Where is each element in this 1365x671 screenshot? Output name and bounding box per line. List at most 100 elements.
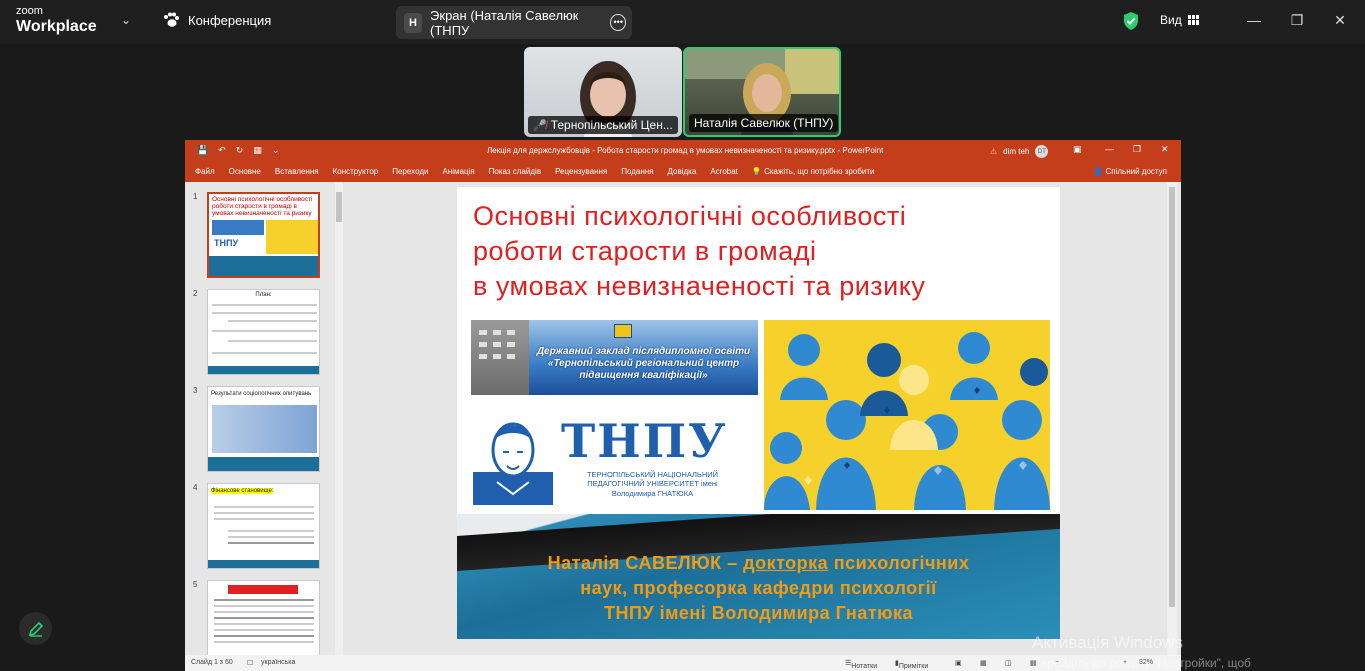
banner-text: Державний заклад післядипломної освіти «… [536,346,751,381]
thumb-line [212,352,317,354]
ribbon-tab-animations[interactable]: Анімація [442,167,474,176]
zoom-app: zoom Workplace ⌄ Конференция Н Экран (На… [0,0,1365,671]
redo-icon[interactable]: ↻ [236,145,244,156]
sharer-avatar: Н [404,12,423,33]
ppt-titlebar: 💾 ↶ ↻ ▦ ⌄ Лекція для держслужбовців - Ро… [185,140,1181,161]
thumb-logo: ТНПУ [214,238,239,248]
windows-activation-hint: Перейдіть до розділу "Настройки", щоб [1032,656,1251,670]
thumb-title-text: Фінансове становище: [211,488,274,494]
thumb-line [214,635,314,637]
building-window [493,330,501,335]
video-tile-participant-1[interactable]: 🎤̸ Тернопільський Цен... [524,47,682,137]
undo-icon[interactable]: ↶ [218,145,226,156]
annotate-button[interactable] [19,612,52,645]
ppt-close-icon[interactable]: ✕ [1161,144,1169,155]
share-button[interactable]: 👤 Спільний доступ [1093,167,1167,176]
zoom-logo-bottom: Workplace [16,18,97,35]
screen-share-indicator[interactable]: Н Экран (Наталія Савелюк (ТНПУ ••• [396,6,632,39]
zoom-topbar: zoom Workplace ⌄ Конференция Н Экран (На… [0,0,1365,44]
scrollbar-thumb[interactable] [336,192,342,222]
comments-button[interactable]: ▮ Примітки [895,659,928,670]
ppt-workspace: 1 Основні психологічні особливості робот… [185,182,1181,666]
thumb-line [228,536,314,538]
ribbon-tab-slideshow[interactable]: Показ слайдів [489,167,541,176]
thumb-line [228,542,314,544]
thumb-title: Основні психологічні особливості роботи … [212,196,313,218]
view-button[interactable]: Вид [1160,13,1199,27]
person-icon: 👤 [1093,167,1104,176]
language-label[interactable]: українська [261,659,295,666]
thumb-line [214,623,314,625]
ribbon-tab-view[interactable]: Подання [621,167,653,176]
video-tile-participant-2[interactable]: Наталія Савелюк (ТНПУ) [683,47,841,137]
scrollbar-thumb[interactable] [1169,187,1175,607]
slide-thumbnail-2[interactable]: План: [207,289,320,375]
more-options-icon[interactable]: ••• [610,14,626,31]
thumb-number: 2 [193,289,198,298]
ribbon-tab-insert[interactable]: Вставлення [275,167,319,176]
thumb-title: План: [255,292,272,298]
close-icon[interactable]: ✕ [1326,8,1354,32]
comments-label: Примітки [898,663,929,670]
pencil-icon [28,621,43,637]
ppt-minimize-icon[interactable]: — [1105,144,1114,154]
sorter-view-icon[interactable]: ▦ [980,659,987,667]
crowd-image [764,320,1050,510]
notes-button[interactable]: ☰ Нотатки [845,659,877,670]
author-name: Наталія САВЕЛЮК – [547,553,744,573]
ribbon-tab-design[interactable]: Конструктор [333,167,379,176]
slide-thumbnail-4[interactable]: Фінансове становище: [207,483,320,569]
slide-counter: Слайд 1 з 60 [191,659,233,666]
building-window [479,354,487,359]
chevron-down-icon[interactable]: ⌄ [121,13,131,27]
ribbon-tab-acrobat[interactable]: Acrobat [710,167,738,176]
building-window [479,342,487,347]
minimize-icon[interactable]: — [1240,8,1268,32]
ribbon-tab-review[interactable]: Рецензування [555,167,607,176]
powerpoint-window: 💾 ↶ ↻ ▦ ⌄ Лекція для держслужбовців - Ро… [185,140,1181,671]
slide-thumbnail-1[interactable]: Основні психологічні особливості роботи … [207,192,320,278]
slide-thumbnail-3[interactable]: Результати соціологічних опитувань [207,386,320,472]
slide-title-line: роботи старости в громаді [473,236,817,267]
author-line-3: ТНПУ імені Володимира Гнатюка [603,602,914,623]
thumbnails-scrollbar[interactable] [335,182,343,655]
thumb-line [212,312,317,314]
spellcheck-icon[interactable]: ☐ [247,659,253,667]
thumb-line [214,641,314,643]
thumb-line [214,518,314,520]
conference-button[interactable]: Конференция [162,12,271,28]
shield-check-icon[interactable] [1122,11,1140,31]
slide-scrollbar[interactable] [1167,182,1177,655]
author-band: Наталія САВЕЛЮК – докторка психологічних… [457,514,1060,639]
thumb-line [214,617,314,619]
tnpu-logo-block: ТНПУ ТЕРНОПІЛЬСЬКИЙ НАЦІОНАЛЬНИЙ ПЕДАГОГ… [473,412,738,507]
thumb-line [214,599,314,601]
thumb-line [214,605,314,607]
tell-me-search[interactable]: 💡 Скажіть, що потрібно зробити [752,167,875,176]
save-icon[interactable]: 💾 [197,145,208,156]
ribbon-tab-home[interactable]: Основне [229,167,261,176]
slide-thumbnail-5[interactable] [207,580,320,666]
building-window [507,330,515,335]
building-window [493,354,501,359]
thumb-number: 1 [193,192,198,201]
reading-view-icon[interactable]: ◫ [1005,659,1012,667]
thumb-people [266,220,318,254]
thumb-image [212,405,317,453]
thumb-number: 5 [193,580,198,589]
ppt-restore-icon[interactable]: ❐ [1133,144,1141,155]
tnpu-logo-text: ТНПУ [561,414,728,468]
normal-view-icon[interactable]: ▣ [955,659,962,667]
ribbon-tab-transitions[interactable]: Переходи [392,167,428,176]
maximize-icon[interactable]: ❐ [1283,8,1311,32]
building-window [493,342,501,347]
present-icon[interactable]: ▦ [253,145,262,156]
ribbon-tab-file[interactable]: Файл [195,167,215,176]
ribbon-tab-help[interactable]: Довідка [668,167,697,176]
ribbon-options-icon[interactable]: ▣ [1073,144,1082,155]
user-avatar: DT [1035,145,1049,158]
customize-icon[interactable]: ⌄ [272,145,280,156]
current-slide[interactable]: Основні психологічні особливості роботи … [457,187,1060,639]
people-illustration [764,320,1050,510]
ppt-user[interactable]: ⚠ dim teh DT [990,145,1049,158]
